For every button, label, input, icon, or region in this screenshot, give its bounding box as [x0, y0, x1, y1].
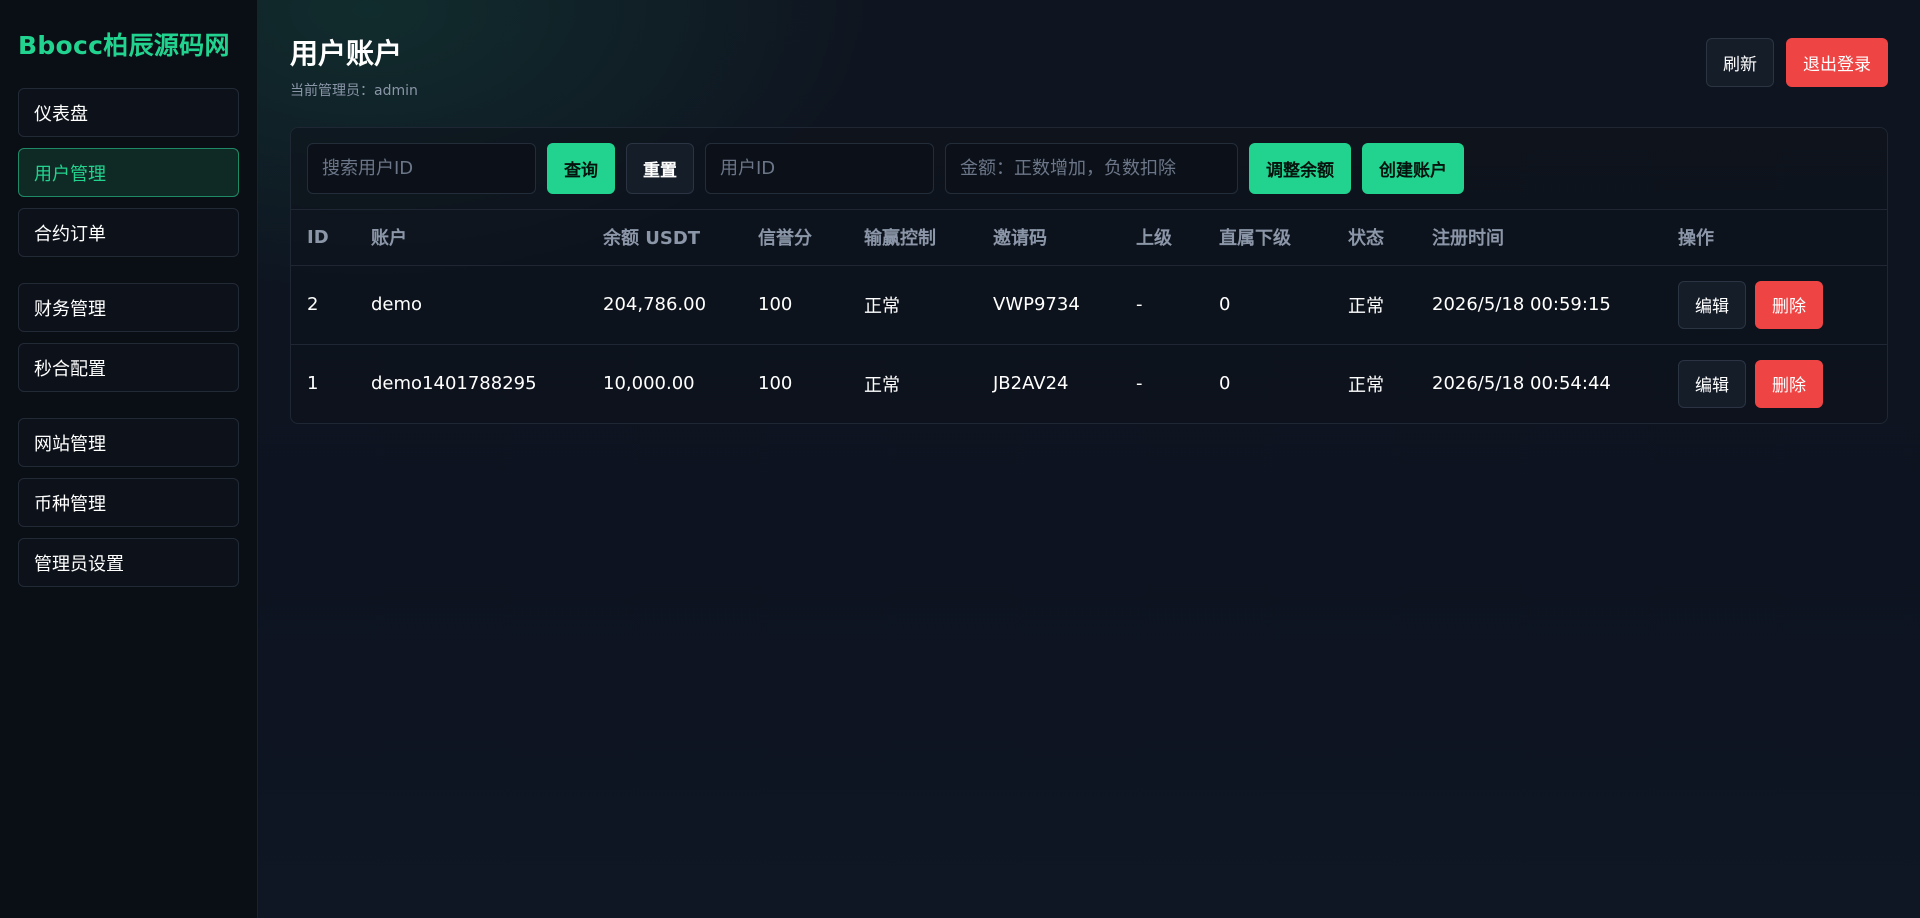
cell-control: 正常	[864, 374, 900, 396]
cell-credit: 100	[742, 265, 848, 345]
column-header-registered: 注册时间	[1416, 210, 1662, 266]
cell-account: demo1401788295	[371, 373, 537, 395]
refresh-button[interactable]: 刷新	[1706, 38, 1774, 87]
cell-id: 2	[291, 265, 355, 345]
cell-superior: -	[1120, 265, 1203, 345]
column-header-status: 状态	[1332, 210, 1416, 266]
header-actions: 刷新 退出登录	[1706, 38, 1888, 87]
logout-button[interactable]: 退出登录	[1786, 38, 1888, 87]
users-table: ID 账户 余额 USDT 信誉分 输赢控制 邀请码 上级 直属下级 状态 注册…	[291, 210, 1887, 423]
reset-button[interactable]: 重置	[626, 143, 694, 194]
main-content: 用户账户 当前管理员：admin 刷新 退出登录 查询 重置 调整余额 创建账户	[258, 0, 1920, 918]
column-header-account: 账户	[355, 210, 587, 266]
cell-status: 正常	[1348, 374, 1384, 396]
sidebar-item-admin-settings[interactable]: 管理员设置	[18, 538, 239, 587]
page-header: 用户账户 当前管理员：admin 刷新 退出登录	[290, 30, 1888, 119]
cell-account: demo	[355, 265, 587, 345]
search-user-id-input[interactable]	[307, 143, 536, 194]
header-titles: 用户账户 当前管理员：admin	[290, 30, 418, 100]
sidebar-item-user-management[interactable]: 用户管理	[18, 148, 239, 197]
column-header-subordinates: 直属下级	[1203, 210, 1332, 266]
cell-balance: 204,786.00	[587, 265, 742, 345]
nav-group-finance: 财务管理 秒合配置	[18, 283, 239, 392]
cell-credit: 100	[758, 373, 793, 395]
delete-button[interactable]: 删除	[1755, 359, 1823, 408]
sidebar-item-site-management[interactable]: 网站管理	[18, 418, 239, 467]
cell-subordinates: 0	[1219, 373, 1231, 395]
column-header-balance: 余额 USDT	[587, 210, 742, 266]
sidebar-item-contract-orders[interactable]: 合约订单	[18, 208, 239, 257]
column-header-win-loss-control: 输赢控制	[848, 210, 977, 266]
column-header-superior: 上级	[1120, 210, 1203, 266]
column-header-invite-code: 邀请码	[977, 210, 1120, 266]
row-actions: 编辑 删除	[1678, 359, 1887, 408]
sidebar-item-currency-management[interactable]: 币种管理	[18, 478, 239, 527]
app-root: Bbocc柏辰源码网 仪表盘 用户管理 合约订单 财务管理 秒合配置 网站管理 …	[0, 0, 1920, 918]
adjust-balance-button[interactable]: 调整余额	[1249, 143, 1351, 194]
cell-invite-code: VWP9734	[977, 265, 1120, 345]
cell-balance: 10,000.00	[603, 373, 695, 395]
page-title: 用户账户	[290, 37, 403, 70]
column-header-credit: 信誉分	[742, 210, 848, 266]
edit-button[interactable]: 编辑	[1678, 280, 1746, 329]
delete-button[interactable]: 删除	[1755, 280, 1823, 329]
current-admin-label: 当前管理员：admin	[290, 83, 418, 99]
nav-group-main: 仪表盘 用户管理 合约订单	[18, 88, 239, 257]
brand-logo: Bbocc柏辰源码网	[18, 31, 230, 60]
cell-registered: 2026/5/18 00:59:15	[1416, 265, 1662, 345]
create-account-button[interactable]: 创建账户	[1362, 143, 1464, 194]
cell-registered: 2026/5/18 00:54:44	[1432, 373, 1611, 395]
sidebar: Bbocc柏辰源码网 仪表盘 用户管理 合约订单 财务管理 秒合配置 网站管理 …	[0, 0, 258, 918]
cell-actions: 编辑 删除	[1662, 344, 1887, 423]
cell-superior: -	[1136, 373, 1143, 395]
cell-actions: 编辑 删除	[1662, 265, 1887, 345]
table-row: 2 demo 204,786.00 100 正常 VWP9734 - 0 正常 …	[291, 265, 1887, 345]
edit-button[interactable]: 编辑	[1678, 359, 1746, 408]
cell-invite-code: JB2AV24	[993, 373, 1069, 395]
cell-control: 正常	[848, 265, 977, 345]
query-button[interactable]: 查询	[547, 143, 615, 194]
column-header-id: ID	[291, 210, 355, 266]
users-table-body: 2 demo 204,786.00 100 正常 VWP9734 - 0 正常 …	[291, 265, 1887, 423]
users-panel: 查询 重置 调整余额 创建账户 ID 账户 余额 USDT 信誉分 输赢控制 邀…	[290, 127, 1888, 424]
users-table-head: ID 账户 余额 USDT 信誉分 输赢控制 邀请码 上级 直属下级 状态 注册…	[291, 210, 1887, 266]
sidebar-item-finance[interactable]: 财务管理	[18, 283, 239, 332]
cell-id: 1	[307, 373, 319, 395]
cell-subordinates: 0	[1203, 265, 1332, 345]
cell-status: 正常	[1332, 265, 1416, 345]
nav-group-system: 网站管理 币种管理 管理员设置	[18, 418, 239, 587]
table-row: 1 demo1401788295 10,000.00 100 正常 JB2AV2…	[291, 344, 1887, 423]
sidebar-item-dashboard[interactable]: 仪表盘	[18, 88, 239, 137]
user-id-input[interactable]	[705, 143, 934, 194]
table-header-row: ID 账户 余额 USDT 信誉分 输赢控制 邀请码 上级 直属下级 状态 注册…	[291, 210, 1887, 266]
column-header-actions: 操作	[1662, 210, 1887, 266]
row-actions: 编辑 删除	[1678, 280, 1887, 329]
amount-input[interactable]	[945, 143, 1238, 194]
sidebar-item-seconds-config[interactable]: 秒合配置	[18, 343, 239, 392]
users-toolbar: 查询 重置 调整余额 创建账户	[291, 128, 1887, 210]
